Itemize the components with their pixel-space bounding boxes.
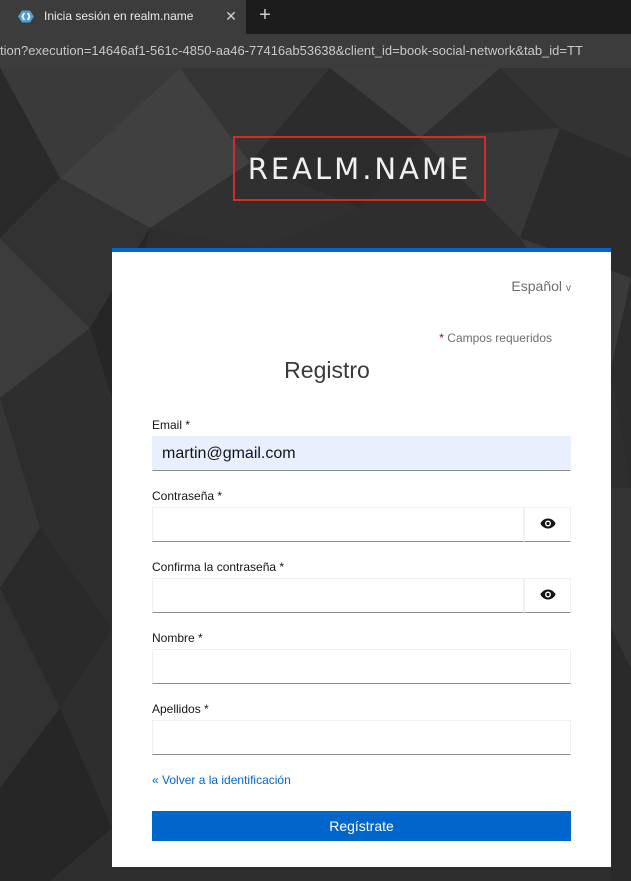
eye-icon (540, 587, 556, 605)
show-confirm-password-button[interactable] (524, 578, 571, 613)
confirm-password-field[interactable] (152, 578, 524, 613)
confirm-password-group (152, 578, 571, 613)
plus-icon[interactable]: + (254, 4, 276, 26)
show-password-button[interactable] (524, 507, 571, 542)
confirm-password-label: Confirma la contraseña * (152, 560, 285, 574)
language-selector[interactable]: Español v (511, 278, 571, 294)
eye-icon (540, 516, 556, 534)
email-label: Email * (152, 418, 191, 432)
close-icon[interactable]: ✕ (223, 8, 239, 24)
tab-title: Inicia sesión en realm.name (44, 9, 194, 23)
email-field[interactable]: martin@gmail.com (152, 436, 571, 471)
password-group (152, 507, 571, 542)
browser-tab[interactable]: Inicia sesión en realm.name ✕ (0, 0, 246, 34)
address-bar[interactable]: tion?execution=14646af1-561c-4850-aa46-7… (0, 34, 631, 68)
password-field[interactable] (152, 507, 524, 542)
required-fields-note: * Campos requeridos (439, 331, 552, 345)
realm-name: REALM.NAME (247, 151, 472, 186)
registration-card: Español v * Campos requeridos Registro Em… (112, 248, 611, 867)
last-name-label: Apellidos * (152, 702, 209, 716)
browser-tab-bar: Inicia sesión en realm.name ✕ + (0, 0, 631, 34)
page-title: Registro (284, 357, 370, 383)
keycloak-favicon-icon (17, 10, 35, 23)
first-name-field[interactable] (152, 649, 571, 684)
chevron-down-icon: v (566, 283, 571, 294)
realm-logo: REALM.NAME (233, 136, 486, 201)
register-button[interactable]: Regístrate (152, 811, 571, 841)
last-name-field[interactable] (152, 720, 571, 755)
back-to-login-link[interactable]: « Volver a la identificación (152, 773, 291, 787)
required-fields-text: Campos requeridos (443, 331, 552, 345)
url-text: tion?execution=14646af1-561c-4850-aa46-7… (0, 43, 583, 58)
first-name-label: Nombre * (152, 631, 203, 645)
language-label: Español (511, 278, 562, 294)
password-label: Contraseña * (152, 489, 223, 503)
